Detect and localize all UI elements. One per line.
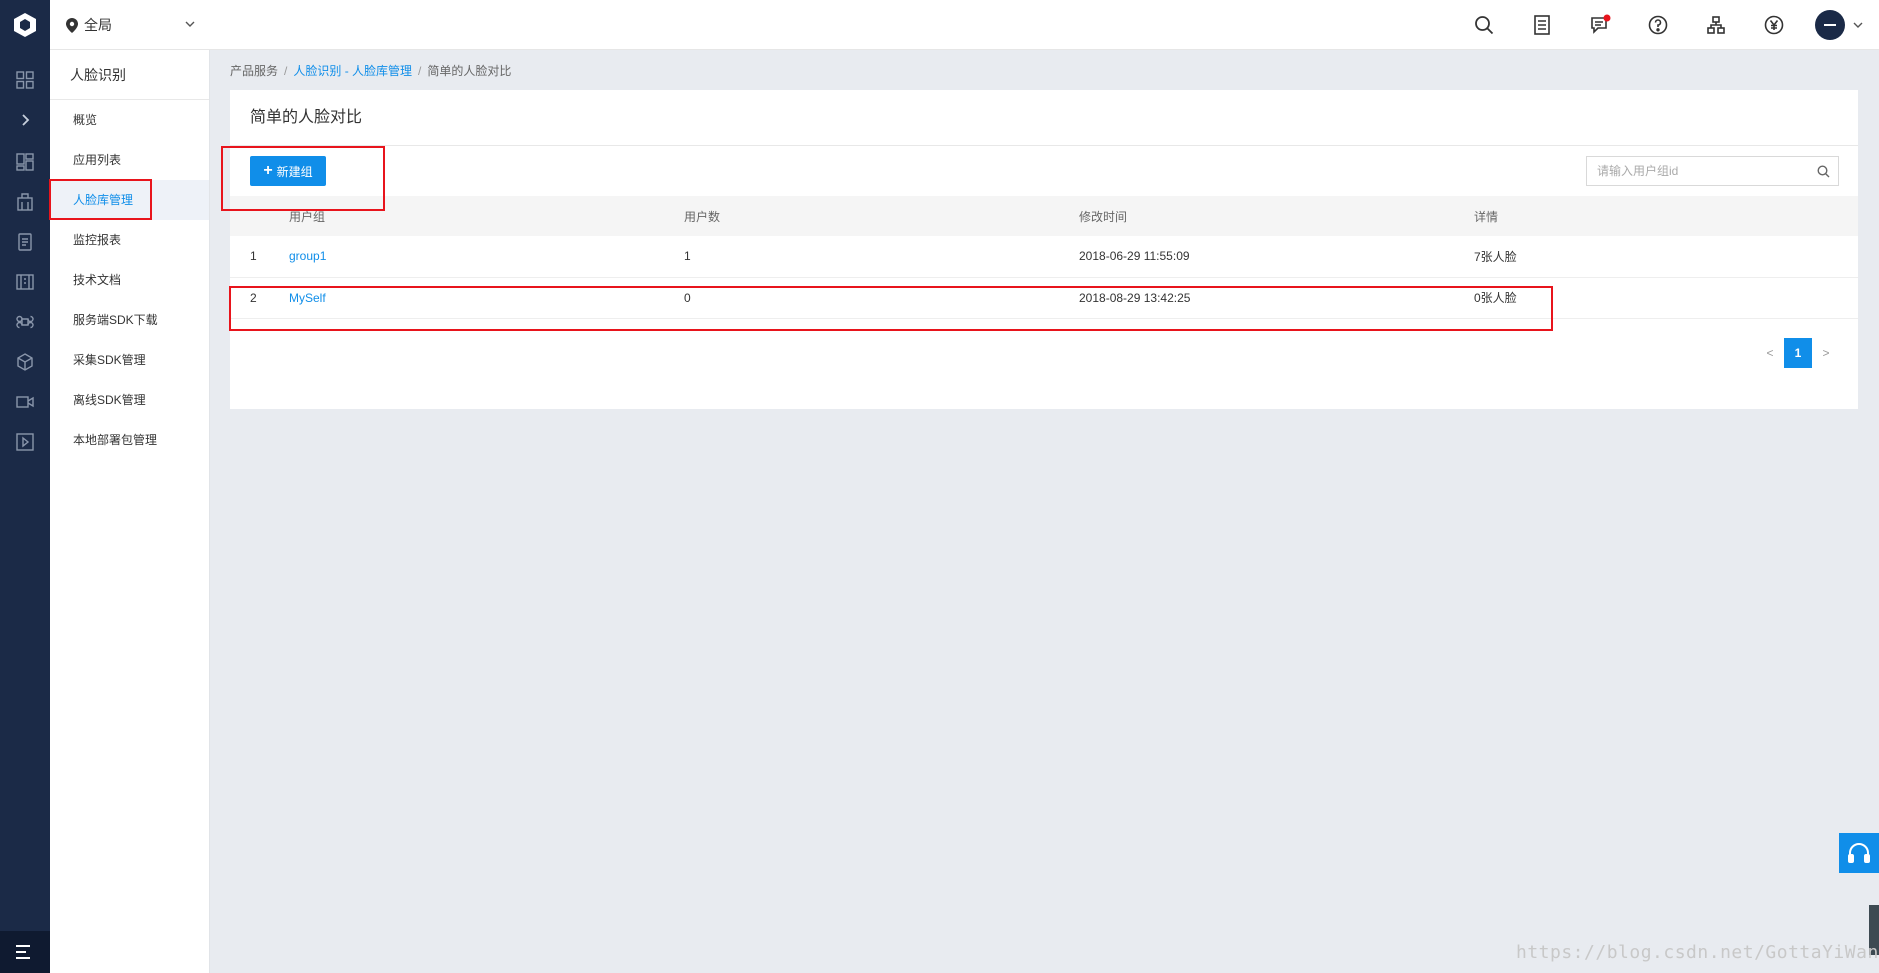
search-icon[interactable]: [1808, 157, 1838, 185]
col-user-group: 用户组: [289, 196, 684, 236]
sidebar-item-tech-docs[interactable]: 技术文档: [50, 260, 209, 300]
building-icon[interactable]: [0, 182, 50, 222]
search-box: [1586, 156, 1839, 186]
camera-icon[interactable]: [0, 382, 50, 422]
message-icon[interactable]: [1588, 13, 1612, 37]
breadcrumb-root[interactable]: 产品服务: [230, 64, 278, 78]
col-modified-time: 修改时间: [1079, 196, 1474, 236]
prev-page-button[interactable]: <: [1756, 346, 1784, 360]
page-number-button[interactable]: 1: [1784, 338, 1812, 368]
sidebar-title: 人脸识别: [50, 50, 209, 100]
col-index: [230, 196, 289, 236]
region-label: 全局: [84, 17, 112, 33]
sidebar-item-face-library[interactable]: 人脸库管理: [50, 180, 209, 220]
col-detail: 详情: [1474, 196, 1858, 236]
search-icon[interactable]: [1472, 13, 1496, 37]
cmd-icon[interactable]: [0, 302, 50, 342]
breadcrumb: 产品服务 / 人脸识别 - 人脸库管理 / 简单的人脸对比: [230, 62, 511, 79]
order-list-icon[interactable]: [1530, 13, 1554, 37]
sidebar-item-monitor-report[interactable]: 监控报表: [50, 220, 209, 260]
play-icon[interactable]: [0, 422, 50, 462]
breadcrumb-separator: /: [284, 64, 288, 78]
customer-service-button[interactable]: [1839, 833, 1879, 873]
location-pin-icon: [66, 17, 78, 33]
avatar[interactable]: [1815, 10, 1845, 40]
new-group-label: 新建组: [276, 164, 313, 179]
sidebar-item-local-deploy[interactable]: 本地部署包管理: [50, 420, 209, 460]
row-index: 2: [230, 277, 289, 319]
breadcrumb-link[interactable]: 人脸识别 - 人脸库管理: [293, 64, 412, 78]
network-icon[interactable]: [1704, 13, 1728, 37]
dashboard-icon[interactable]: [0, 142, 50, 182]
face-detail: 7张人脸: [1474, 236, 1858, 278]
grid-icon[interactable]: [0, 60, 50, 100]
top-header: 全局: [50, 0, 1879, 50]
row-index: 1: [230, 236, 289, 278]
sidebar-item-overview[interactable]: 概览: [50, 100, 209, 140]
group-link[interactable]: MySelf: [289, 277, 684, 319]
watermark: https://blog.csdn.net/GottaYiWanLiu: [1516, 942, 1879, 963]
table-header-row: 用户组 用户数 修改时间 详情: [230, 196, 1858, 236]
face-detail: 0张人脸: [1474, 277, 1858, 319]
plus-icon: +: [263, 162, 273, 179]
expand-icon[interactable]: [0, 100, 50, 140]
sidebar-item-server-sdk[interactable]: 服务端SDK下载: [50, 300, 209, 340]
logo-icon[interactable]: [0, 0, 50, 50]
breadcrumb-separator: /: [418, 64, 422, 78]
page-title: 简单的人脸对比: [230, 90, 1858, 146]
search-input[interactable]: [1587, 157, 1808, 185]
chevron-down-icon[interactable]: [1852, 19, 1864, 31]
sidebar-item-offline-sdk[interactable]: 离线SDK管理: [50, 380, 209, 420]
modified-time: 2018-08-29 13:42:25: [1079, 277, 1474, 319]
chevron-down-icon: [185, 21, 195, 27]
user-count: 1: [684, 236, 1079, 278]
region-selector[interactable]: 全局: [66, 0, 195, 50]
doc-icon[interactable]: [0, 222, 50, 262]
menu-icon[interactable]: [0, 931, 50, 973]
next-page-button[interactable]: >: [1812, 346, 1840, 360]
sidebar-item-app-list[interactable]: 应用列表: [50, 140, 209, 180]
breadcrumb-current: 简单的人脸对比: [427, 64, 512, 78]
cube-icon[interactable]: [0, 342, 50, 382]
user-group-table: 用户组 用户数 修改时间 详情 1 group1 1 2018-06-29 11…: [230, 196, 1858, 319]
main-panel: 简单的人脸对比 + 新建组 用户组 用户数 修改时间 详情 1 group1 1…: [230, 90, 1858, 409]
modified-time: 2018-06-29 11:55:09: [1079, 236, 1474, 278]
table-row: 1 group1 1 2018-06-29 11:55:09 7张人脸: [230, 236, 1858, 278]
pagination: < 1 >: [1756, 338, 1840, 368]
table-row: 2 MySelf 0 2018-08-29 13:42:25 0张人脸: [230, 277, 1858, 319]
user-count: 0: [684, 277, 1079, 319]
product-sidebar: 人脸识别 概览 应用列表 人脸库管理 监控报表 技术文档 服务端SDK下载 采集…: [50, 50, 210, 973]
help-icon[interactable]: [1646, 13, 1670, 37]
sidebar-item-capture-sdk[interactable]: 采集SDK管理: [50, 340, 209, 380]
book-icon[interactable]: [0, 262, 50, 302]
headset-icon: [1848, 843, 1870, 863]
left-icon-rail: [0, 0, 50, 973]
group-link[interactable]: group1: [289, 236, 684, 278]
new-group-button[interactable]: + 新建组: [250, 156, 326, 186]
col-user-count: 用户数: [684, 196, 1079, 236]
yen-icon[interactable]: [1762, 13, 1786, 37]
